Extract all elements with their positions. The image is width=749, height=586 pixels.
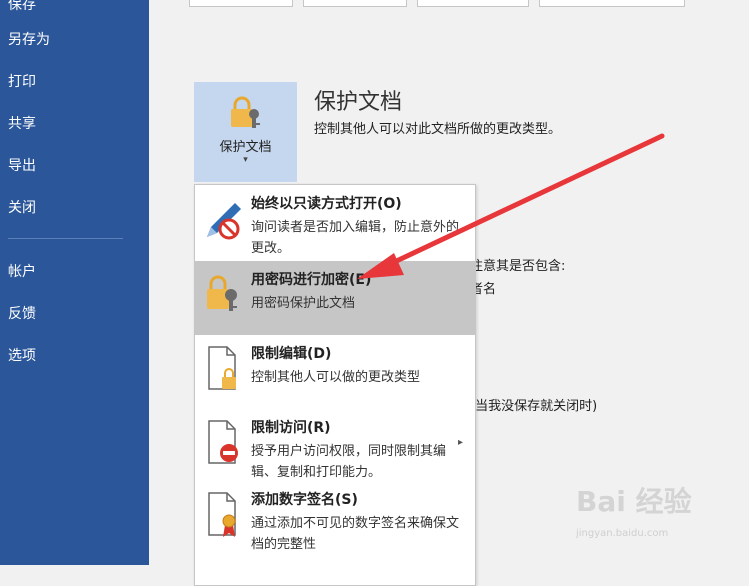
chevron-down-icon: ▾ xyxy=(243,155,248,165)
menu-item-description: 控制其他人可以做的更改类型 xyxy=(251,370,421,385)
watermark-url: jingyan.baidu.com xyxy=(576,528,669,539)
protect-document-button[interactable]: 保护文档 ▾ xyxy=(194,82,297,182)
document-ribbon-icon xyxy=(203,489,243,539)
protect-document-menu: 始终以只读方式打开(O) 询问读者是否加入编辑，防止意外的更改。 用密码进行加密… xyxy=(194,184,476,586)
nav-item-account[interactable]: 帐户 xyxy=(8,261,36,281)
lock-key-icon xyxy=(203,269,243,319)
document-restrict-icon xyxy=(203,417,243,467)
menu-item-title: 添加数字签名(S) xyxy=(251,492,358,508)
autosave-text: (当我没保存就关闭时) xyxy=(470,399,598,414)
top-button-2[interactable] xyxy=(303,0,407,7)
menu-item-description: 授予用户访问权限，同时限制其编辑、复制和打印能力。 xyxy=(251,444,447,480)
top-button-4[interactable] xyxy=(539,0,685,7)
nav-item-export[interactable]: 导出 xyxy=(8,155,36,175)
submenu-arrow-icon: ▸ xyxy=(457,437,463,448)
section-description: 控制其他人可以对此文档所做的更改类型。 xyxy=(314,122,562,137)
menu-item-title: 限制编辑(D) xyxy=(251,346,332,362)
menu-item-title: 始终以只读方式打开(O) xyxy=(251,196,402,212)
nav-item-options[interactable]: 选项 xyxy=(8,345,36,365)
menu-item-restrict-access[interactable]: 限制访问(R) 授予用户访问权限，同时限制其编辑、复制和打印能力。 ▸ xyxy=(195,409,475,481)
menu-item-title: 用密码进行加密(E) xyxy=(251,272,372,288)
pencil-no-icon xyxy=(203,193,243,243)
backstage-nav: 保存 另存为 打印 共享 导出 关闭 帐户 反馈 选项 xyxy=(0,0,149,565)
nav-item-print[interactable]: 打印 xyxy=(8,71,36,91)
nav-item-save[interactable]: 保存 xyxy=(8,0,36,14)
watermark-text: Bai 经验 xyxy=(576,485,692,518)
top-button-3[interactable] xyxy=(417,0,529,7)
document-lock-icon xyxy=(203,343,243,393)
lock-key-icon xyxy=(228,96,264,136)
menu-item-description: 询问读者是否加入编辑，防止意外的更改。 xyxy=(251,220,460,256)
nav-item-close[interactable]: 关闭 xyxy=(8,197,36,217)
section-title: 保护文档 xyxy=(314,90,403,115)
menu-item-restrict-editing[interactable]: 限制编辑(D) 控制其他人可以做的更改类型 xyxy=(195,335,475,409)
menu-item-encrypt-with-password[interactable]: 用密码进行加密(E) 用密码保护此文档 xyxy=(195,261,475,335)
nav-divider xyxy=(8,238,123,239)
menu-item-add-digital-signature[interactable]: 添加数字签名(S) 通过添加不可见的数字签名来确保文档的完整性 xyxy=(195,481,475,555)
menu-item-always-read-only[interactable]: 始终以只读方式打开(O) 询问读者是否加入编辑，防止意外的更改。 xyxy=(195,185,475,261)
menu-item-title: 限制访问(R) xyxy=(251,420,331,436)
nav-item-feedback[interactable]: 反馈 xyxy=(8,303,36,323)
menu-item-description: 用密码保护此文档 xyxy=(251,296,356,311)
menu-item-description: 通过添加不可见的数字签名来确保文档的完整性 xyxy=(251,516,460,552)
baidu-watermark: Bai 经验 jingyan.baidu.com xyxy=(576,480,692,539)
nav-item-share[interactable]: 共享 xyxy=(8,113,36,133)
nav-item-save-as[interactable]: 另存为 xyxy=(8,29,50,49)
top-button-1[interactable] xyxy=(189,0,293,7)
inspect-text: 注意其是否包含: xyxy=(470,259,566,274)
protect-document-label: 保护文档 xyxy=(219,140,272,155)
